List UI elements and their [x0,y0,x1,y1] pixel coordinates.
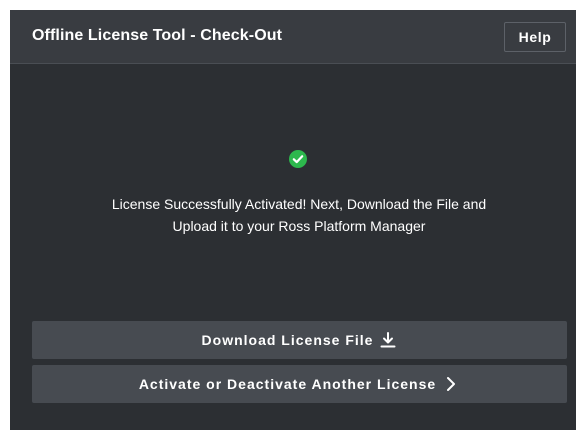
page-title: Offline License Tool - Check-Out [32,27,283,44]
download-license-file-button[interactable]: Download License File [32,321,567,359]
activate-deactivate-license-button[interactable]: Activate or Deactivate Another License [32,365,567,403]
help-button[interactable]: Help [504,22,566,52]
activate-button-label: Activate or Deactivate Another License [138,376,437,392]
license-tool-panel: Offline License Tool - Check-Out Help Li… [10,10,576,430]
download-button-label: Download License File [201,332,374,348]
status-message: License Successfully Activated! Next, Do… [50,193,548,237]
panel-header: Offline License Tool - Check-Out Help [10,10,576,64]
download-icon [380,332,396,348]
status-message-line-2: Upload it to your Ross Platform Manager [172,218,426,234]
status-message-line-1: License Successfully Activated! Next, Do… [111,196,487,212]
chevron-right-icon [447,377,456,391]
check-circle-icon [289,150,307,168]
